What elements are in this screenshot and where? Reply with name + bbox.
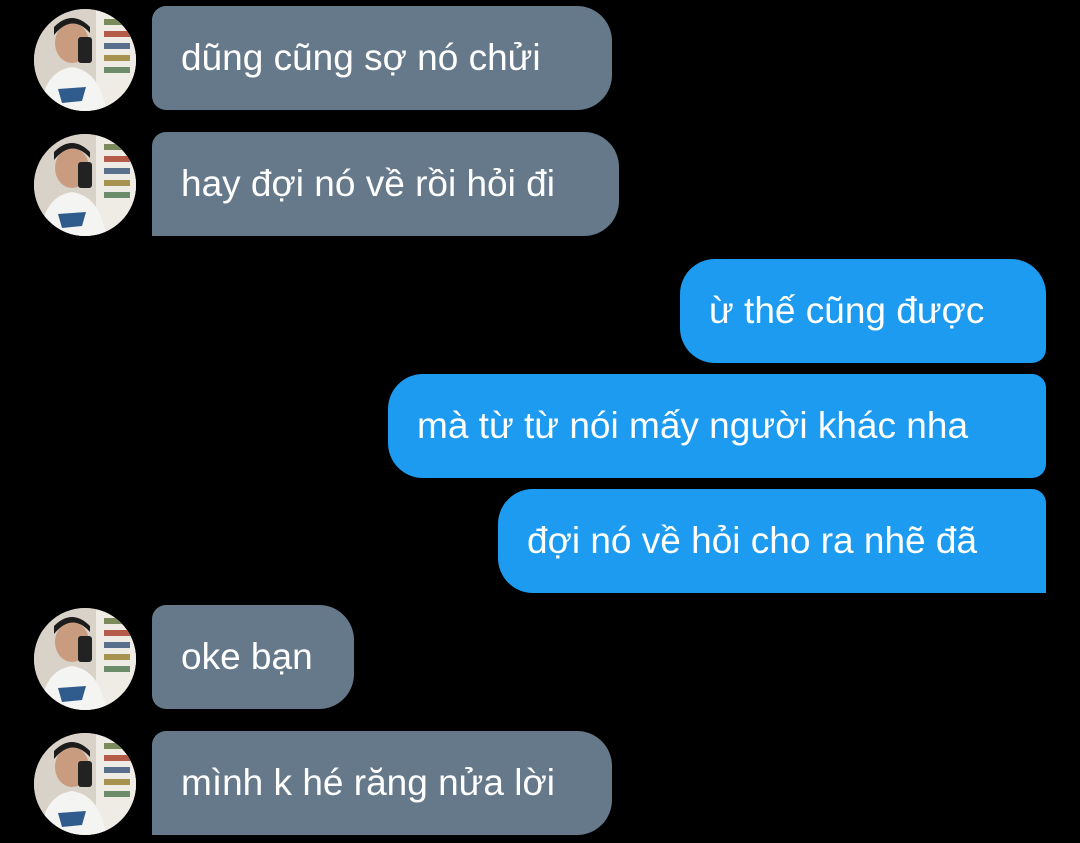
message-text: đợi nó về hỏi cho ra nhẽ đã xyxy=(527,520,978,561)
user-avatar-icon[interactable] xyxy=(34,9,136,111)
message-bubble-outgoing[interactable]: ừ thế cũng được xyxy=(680,259,1046,363)
message-text: mà từ từ nói mấy người khác nha xyxy=(417,405,969,446)
message-text: oke bạn xyxy=(181,636,313,677)
message-text: ừ thế cũng được xyxy=(709,290,985,331)
user-avatar-icon[interactable] xyxy=(34,608,136,710)
message-bubble-incoming[interactable]: mình k hé răng nửa lời xyxy=(152,731,612,835)
chat-thread: dũng cũng sợ nó chửi hay đợi nó về rồi h… xyxy=(0,0,1080,843)
user-avatar-icon[interactable] xyxy=(34,733,136,835)
message-bubble-incoming[interactable]: oke bạn xyxy=(152,605,354,709)
message-text: hay đợi nó về rồi hỏi đi xyxy=(181,163,555,204)
message-bubble-incoming[interactable]: hay đợi nó về rồi hỏi đi xyxy=(152,132,619,236)
message-text: mình k hé răng nửa lời xyxy=(181,762,555,803)
message-text: dũng cũng sợ nó chửi xyxy=(181,37,541,78)
user-avatar-icon[interactable] xyxy=(34,134,136,236)
message-bubble-incoming[interactable]: dũng cũng sợ nó chửi xyxy=(152,6,612,110)
message-bubble-outgoing[interactable]: đợi nó về hỏi cho ra nhẽ đã xyxy=(498,489,1046,593)
message-bubble-outgoing[interactable]: mà từ từ nói mấy người khác nha xyxy=(388,374,1046,478)
